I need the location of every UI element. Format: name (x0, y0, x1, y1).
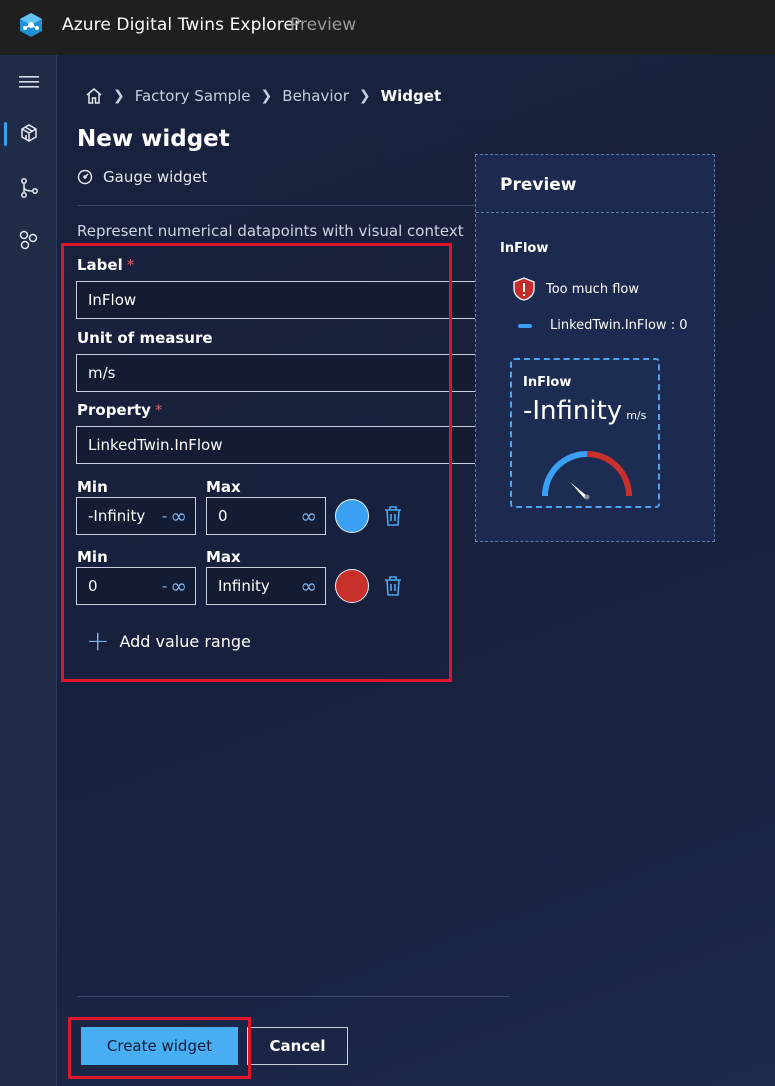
widget-description: Represent numerical datapoints with visu… (77, 222, 464, 240)
widget-type-label: Gauge widget (103, 168, 208, 186)
preview-widget-name: InFlow (500, 241, 549, 256)
preview-panel: Preview InFlow Too much flow LinkedTwin.… (475, 154, 715, 542)
page-title: New widget (77, 126, 230, 152)
preview-heading: Preview (476, 155, 714, 213)
shield-alert-icon (513, 277, 535, 301)
menu-icon (18, 76, 39, 88)
breadcrumb-item-factory-sample[interactable]: Factory Sample (135, 87, 251, 105)
preview-alert-text: Too much flow (546, 281, 639, 297)
gauge-value: -Infinity m/s (523, 396, 646, 426)
create-highlight-box (68, 1017, 251, 1079)
gauge-unit: m/s (626, 409, 647, 422)
app-preview-badge: Preview (290, 15, 357, 35)
gauge-value-text: -Infinity (523, 396, 623, 426)
cancel-button[interactable]: Cancel (247, 1027, 348, 1065)
nav-graph[interactable] (0, 162, 57, 214)
gauge-preview: InFlow -Infinity m/s (510, 358, 660, 508)
status-indicator (518, 323, 532, 328)
gauge-icon (77, 169, 93, 185)
azure-digital-twins-logo-icon (20, 13, 42, 37)
chevron-right-icon: ❯ (113, 88, 125, 104)
graph-icon (20, 178, 38, 198)
gauge-arc-low (542, 451, 588, 497)
gauge-arc (542, 451, 632, 500)
title-bar: Azure Digital Twins Explorer Preview (0, 0, 775, 55)
preview-status-text: LinkedTwin.InFlow : 0 (550, 318, 688, 333)
gauge-label: InFlow (523, 375, 572, 390)
home-icon[interactable] (85, 87, 103, 105)
divider (77, 205, 475, 206)
nav-rail (0, 55, 57, 1086)
gauge-needle (570, 482, 587, 499)
widget-type: Gauge widget (77, 168, 207, 186)
nav-models[interactable] (0, 214, 57, 266)
menu-button[interactable] (0, 56, 57, 108)
chevron-right-icon: ❯ (260, 88, 273, 104)
breadcrumb-item-widget: Widget (380, 87, 442, 105)
gauge-pivot (584, 494, 590, 500)
model-icon (19, 230, 37, 250)
preview-alert: Too much flow (512, 277, 639, 301)
gauge-arc-high (586, 451, 632, 497)
nav-scene-builder[interactable] (0, 108, 57, 160)
scene-builder-icon (20, 124, 37, 142)
breadcrumb: ❯ Factory Sample ❯ Behavior ❯ Widget (85, 87, 441, 105)
form-highlight-box (61, 243, 452, 682)
preview-status: LinkedTwin.InFlow : 0 (518, 318, 687, 333)
app-title: Azure Digital Twins Explorer (62, 15, 302, 35)
footer-divider (77, 996, 509, 997)
breadcrumb-item-behavior[interactable]: Behavior (282, 87, 349, 105)
chevron-right-icon: ❯ (358, 88, 371, 104)
